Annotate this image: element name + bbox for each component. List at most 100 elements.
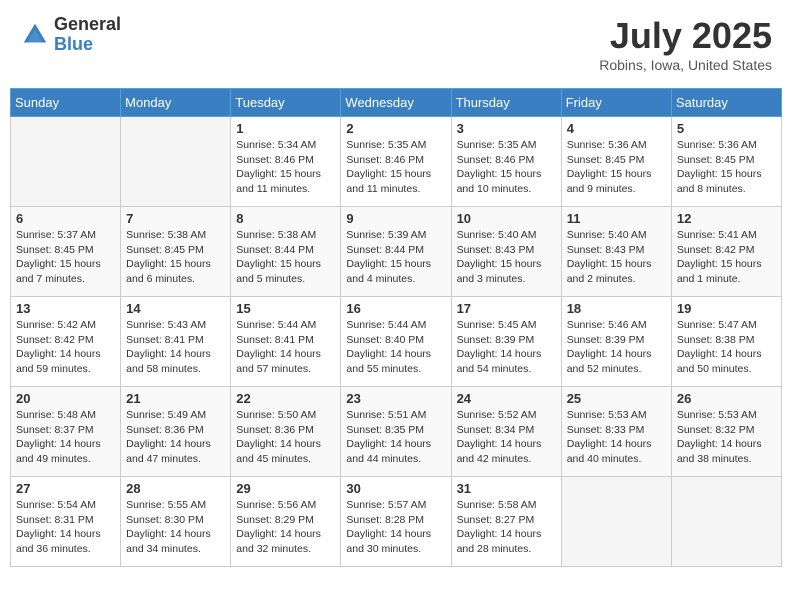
calendar-week-row: 6Sunrise: 5:37 AM Sunset: 8:45 PM Daylig… <box>11 207 782 297</box>
day-info: Sunrise: 5:54 AM Sunset: 8:31 PM Dayligh… <box>16 498 115 557</box>
day-number: 26 <box>677 391 776 406</box>
day-info: Sunrise: 5:55 AM Sunset: 8:30 PM Dayligh… <box>126 498 225 557</box>
day-info: Sunrise: 5:38 AM Sunset: 8:45 PM Dayligh… <box>126 228 225 287</box>
day-number: 31 <box>457 481 556 496</box>
day-number: 23 <box>346 391 445 406</box>
day-of-week-header: Saturday <box>671 89 781 117</box>
day-info: Sunrise: 5:44 AM Sunset: 8:41 PM Dayligh… <box>236 318 335 377</box>
calendar-day-cell: 30 Sunrise: 5:57 AM Sunset: 8:28 PM Dayli… <box>341 477 451 567</box>
calendar-day-cell: 9 Sunrise: 5:39 AM Sunset: 8:44 PM Daylig… <box>341 207 451 297</box>
calendar-day-cell: 26 Sunrise: 5:53 AM Sunset: 8:32 PM Dayli… <box>671 387 781 477</box>
day-info: Sunrise: 5:44 AM Sunset: 8:40 PM Dayligh… <box>346 318 445 377</box>
day-info: Sunrise: 5:39 AM Sunset: 8:44 PM Dayligh… <box>346 228 445 287</box>
day-of-week-header: Wednesday <box>341 89 451 117</box>
calendar-day-cell <box>11 117 121 207</box>
calendar-day-cell: 21 Sunrise: 5:49 AM Sunset: 8:36 PM Dayli… <box>121 387 231 477</box>
day-info: Sunrise: 5:49 AM Sunset: 8:36 PM Dayligh… <box>126 408 225 467</box>
calendar-week-row: 13Sunrise: 5:42 AM Sunset: 8:42 PM Dayli… <box>11 297 782 387</box>
calendar-day-cell: 3 Sunrise: 5:35 AM Sunset: 8:46 PM Daylig… <box>451 117 561 207</box>
day-number: 30 <box>346 481 445 496</box>
day-number: 19 <box>677 301 776 316</box>
day-number: 8 <box>236 211 335 226</box>
calendar-day-cell: 13Sunrise: 5:42 AM Sunset: 8:42 PM Dayli… <box>11 297 121 387</box>
day-number: 27 <box>16 481 115 496</box>
day-number: 1 <box>236 121 335 136</box>
calendar-day-cell: 16Sunrise: 5:44 AM Sunset: 8:40 PM Dayli… <box>341 297 451 387</box>
calendar-location: Robins, Iowa, United States <box>599 57 772 73</box>
calendar-day-cell <box>561 477 671 567</box>
day-info: Sunrise: 5:36 AM Sunset: 8:45 PM Dayligh… <box>567 138 666 197</box>
calendar-day-cell: 15 Sunrise: 5:44 AM Sunset: 8:41 PM Dayli… <box>231 297 341 387</box>
logo-text: General Blue <box>54 15 121 55</box>
day-number: 2 <box>346 121 445 136</box>
day-of-week-header: Monday <box>121 89 231 117</box>
day-info: Sunrise: 5:35 AM Sunset: 8:46 PM Dayligh… <box>457 138 556 197</box>
calendar-day-cell <box>671 477 781 567</box>
calendar-header-row: SundayMondayTuesdayWednesdayThursdayFrid… <box>11 89 782 117</box>
calendar-week-row: 20Sunrise: 5:48 AM Sunset: 8:37 PM Dayli… <box>11 387 782 477</box>
day-number: 18 <box>567 301 666 316</box>
day-info: Sunrise: 5:52 AM Sunset: 8:34 PM Dayligh… <box>457 408 556 467</box>
day-number: 17 <box>457 301 556 316</box>
day-number: 3 <box>457 121 556 136</box>
calendar-day-cell: 19 Sunrise: 5:47 AM Sunset: 8:38 PM Dayli… <box>671 297 781 387</box>
day-info: Sunrise: 5:40 AM Sunset: 8:43 PM Dayligh… <box>457 228 556 287</box>
day-info: Sunrise: 5:56 AM Sunset: 8:29 PM Dayligh… <box>236 498 335 557</box>
day-number: 9 <box>346 211 445 226</box>
calendar-title: July 2025 <box>599 15 772 57</box>
calendar-day-cell: 23Sunrise: 5:51 AM Sunset: 8:35 PM Dayli… <box>341 387 451 477</box>
page-header: General Blue July 2025 Robins, Iowa, Uni… <box>10 10 782 78</box>
day-info: Sunrise: 5:53 AM Sunset: 8:33 PM Dayligh… <box>567 408 666 467</box>
calendar-table: SundayMondayTuesdayWednesdayThursdayFrid… <box>10 88 782 567</box>
calendar-day-cell: 11 Sunrise: 5:40 AM Sunset: 8:43 PM Dayli… <box>561 207 671 297</box>
calendar-week-row: 27 Sunrise: 5:54 AM Sunset: 8:31 PM Dayli… <box>11 477 782 567</box>
day-info: Sunrise: 5:35 AM Sunset: 8:46 PM Dayligh… <box>346 138 445 197</box>
day-number: 24 <box>457 391 556 406</box>
day-of-week-header: Friday <box>561 89 671 117</box>
day-number: 4 <box>567 121 666 136</box>
calendar-day-cell: 4 Sunrise: 5:36 AM Sunset: 8:45 PM Daylig… <box>561 117 671 207</box>
day-number: 22 <box>236 391 335 406</box>
day-number: 11 <box>567 211 666 226</box>
day-info: Sunrise: 5:42 AM Sunset: 8:42 PM Dayligh… <box>16 318 115 377</box>
day-info: Sunrise: 5:47 AM Sunset: 8:38 PM Dayligh… <box>677 318 776 377</box>
logo-general-text: General <box>54 15 121 35</box>
calendar-day-cell: 10Sunrise: 5:40 AM Sunset: 8:43 PM Dayli… <box>451 207 561 297</box>
day-number: 7 <box>126 211 225 226</box>
day-info: Sunrise: 5:45 AM Sunset: 8:39 PM Dayligh… <box>457 318 556 377</box>
calendar-day-cell: 12 Sunrise: 5:41 AM Sunset: 8:42 PM Dayli… <box>671 207 781 297</box>
day-info: Sunrise: 5:37 AM Sunset: 8:45 PM Dayligh… <box>16 228 115 287</box>
day-number: 25 <box>567 391 666 406</box>
day-number: 20 <box>16 391 115 406</box>
calendar-day-cell <box>121 117 231 207</box>
day-info: Sunrise: 5:41 AM Sunset: 8:42 PM Dayligh… <box>677 228 776 287</box>
day-of-week-header: Thursday <box>451 89 561 117</box>
calendar-day-cell: 2 Sunrise: 5:35 AM Sunset: 8:46 PM Daylig… <box>341 117 451 207</box>
day-of-week-header: Tuesday <box>231 89 341 117</box>
calendar-week-row: 1Sunrise: 5:34 AM Sunset: 8:46 PM Daylig… <box>11 117 782 207</box>
calendar-day-cell: 22 Sunrise: 5:50 AM Sunset: 8:36 PM Dayli… <box>231 387 341 477</box>
calendar-day-cell: 6Sunrise: 5:37 AM Sunset: 8:45 PM Daylig… <box>11 207 121 297</box>
day-info: Sunrise: 5:53 AM Sunset: 8:32 PM Dayligh… <box>677 408 776 467</box>
calendar-day-cell: 17 Sunrise: 5:45 AM Sunset: 8:39 PM Dayli… <box>451 297 561 387</box>
day-number: 15 <box>236 301 335 316</box>
day-number: 29 <box>236 481 335 496</box>
day-info: Sunrise: 5:40 AM Sunset: 8:43 PM Dayligh… <box>567 228 666 287</box>
day-info: Sunrise: 5:57 AM Sunset: 8:28 PM Dayligh… <box>346 498 445 557</box>
logo-blue-text: Blue <box>54 35 121 55</box>
calendar-day-cell: 7 Sunrise: 5:38 AM Sunset: 8:45 PM Daylig… <box>121 207 231 297</box>
logo: General Blue <box>20 15 121 55</box>
day-number: 14 <box>126 301 225 316</box>
day-info: Sunrise: 5:58 AM Sunset: 8:27 PM Dayligh… <box>457 498 556 557</box>
calendar-day-cell: 1Sunrise: 5:34 AM Sunset: 8:46 PM Daylig… <box>231 117 341 207</box>
day-of-week-header: Sunday <box>11 89 121 117</box>
calendar-day-cell: 28Sunrise: 5:55 AM Sunset: 8:30 PM Dayli… <box>121 477 231 567</box>
calendar-day-cell: 31 Sunrise: 5:58 AM Sunset: 8:27 PM Dayli… <box>451 477 561 567</box>
calendar-day-cell: 5Sunrise: 5:36 AM Sunset: 8:45 PM Daylig… <box>671 117 781 207</box>
day-info: Sunrise: 5:43 AM Sunset: 8:41 PM Dayligh… <box>126 318 225 377</box>
day-number: 12 <box>677 211 776 226</box>
title-block: July 2025 Robins, Iowa, United States <box>599 15 772 73</box>
day-number: 21 <box>126 391 225 406</box>
day-info: Sunrise: 5:50 AM Sunset: 8:36 PM Dayligh… <box>236 408 335 467</box>
day-info: Sunrise: 5:38 AM Sunset: 8:44 PM Dayligh… <box>236 228 335 287</box>
